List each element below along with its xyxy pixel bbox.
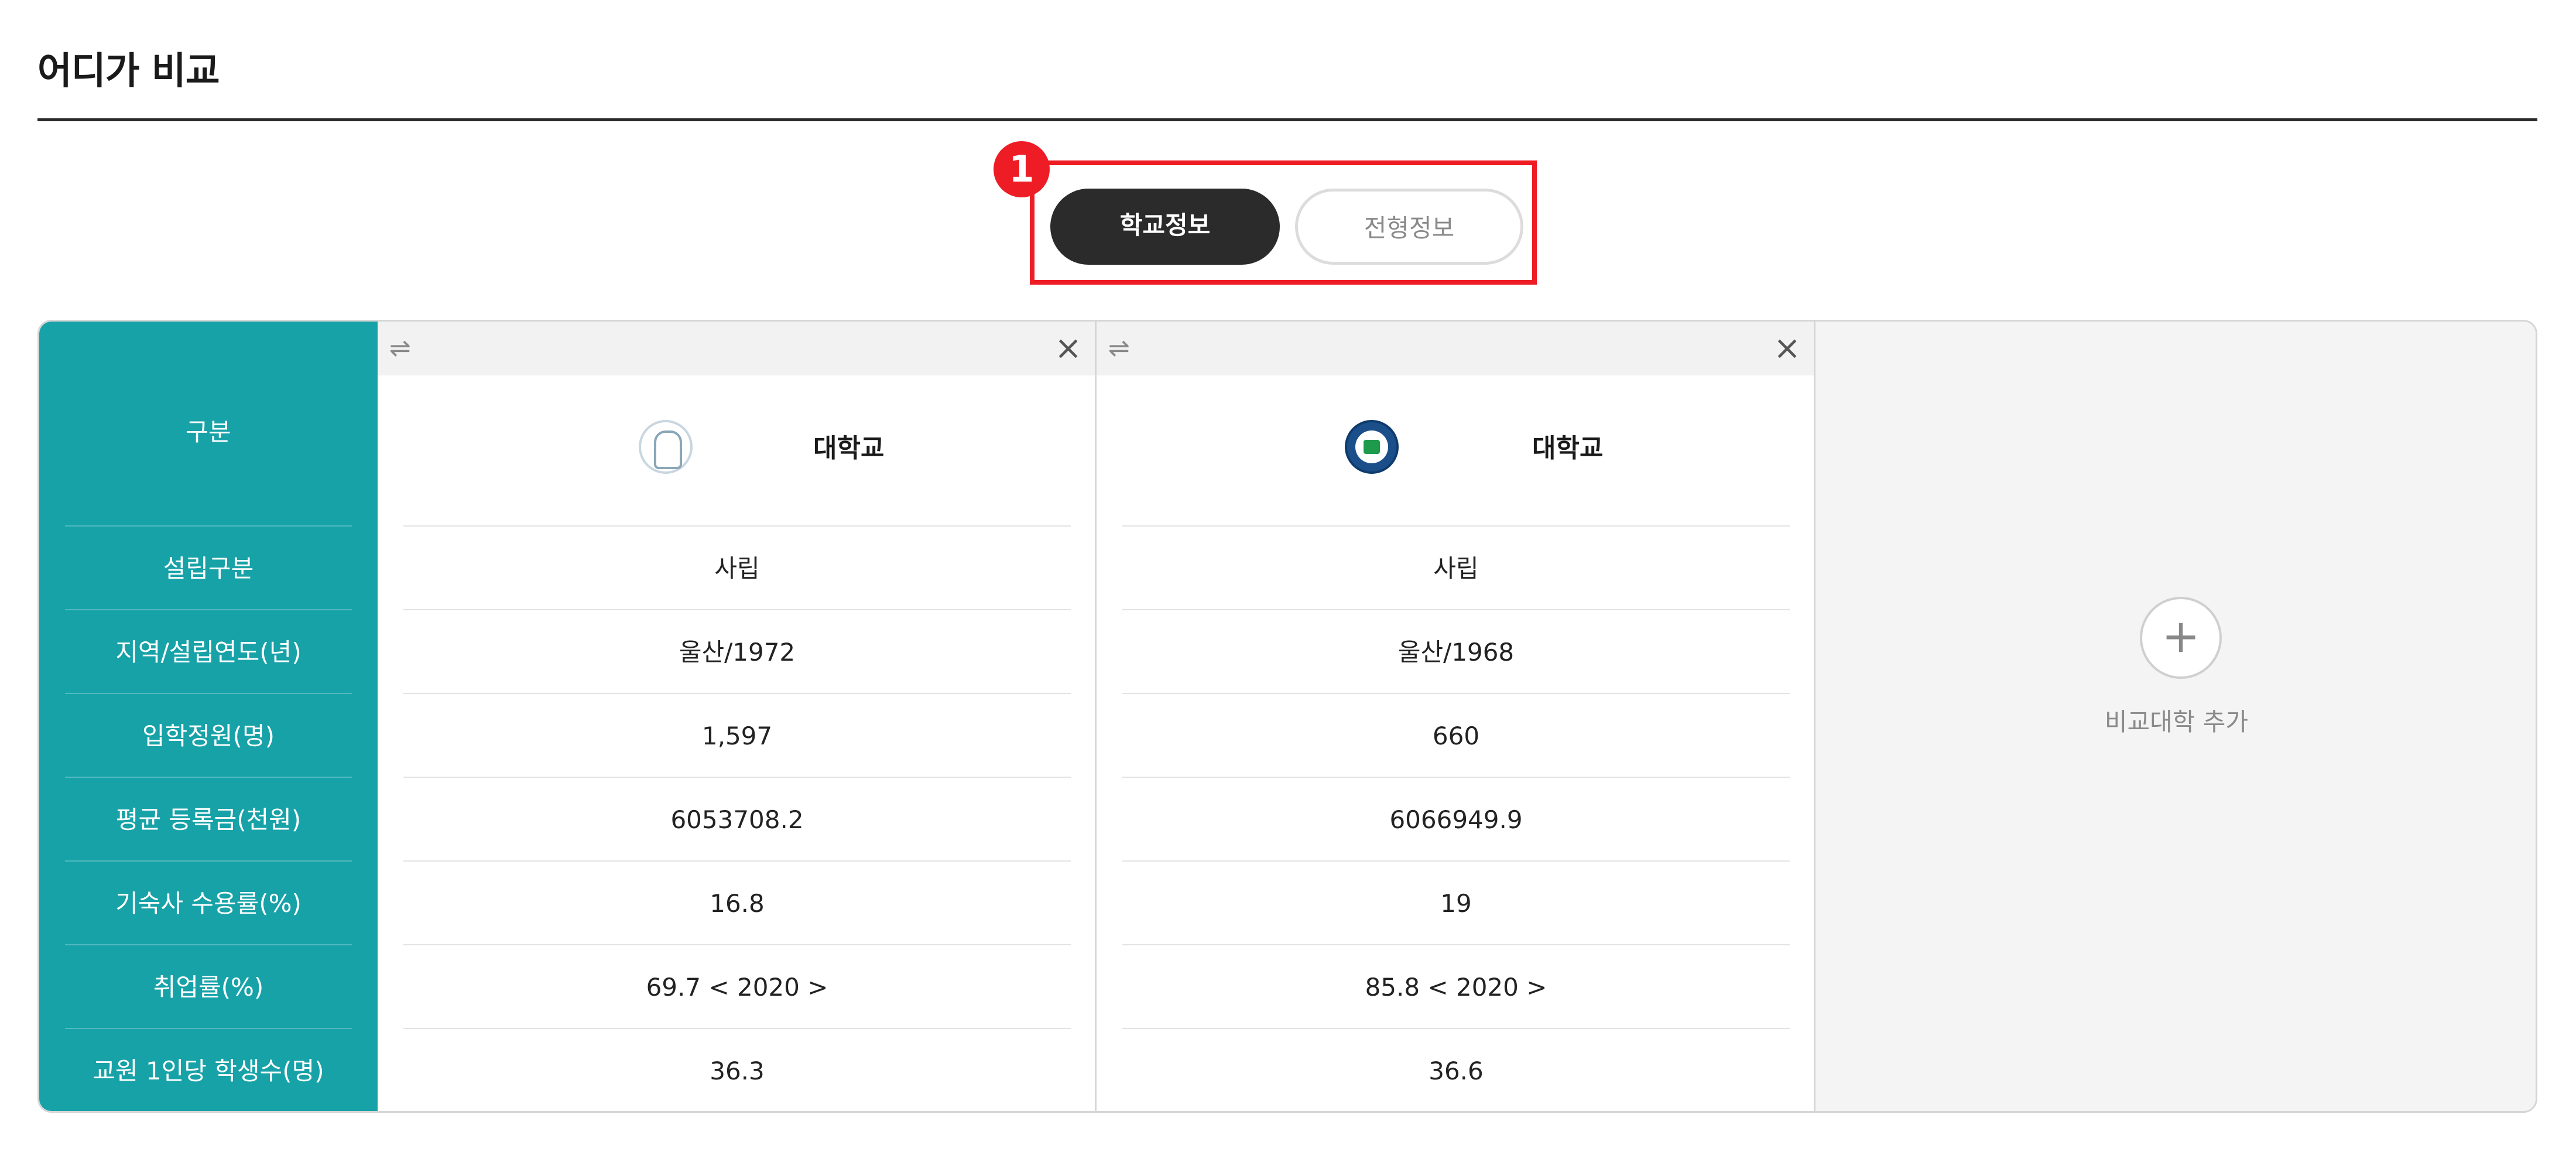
value-cell: 36.3 (710, 1057, 765, 1085)
label-column: 구분 설립구분 지역/설립연도(년) 입학정원(명) 평균 등록금(천원) 기숙… (39, 322, 378, 1111)
add-school-label[interactable]: 비교대학 추가 (1815, 702, 2536, 738)
title-divider (37, 118, 2537, 121)
value-cell: 69.7 < 2020 > (403, 945, 1071, 1029)
school-column-header: ⇌ × (378, 322, 1095, 375)
value-cell: 36.6 (1429, 1057, 1484, 1085)
add-school-button[interactable]: + (2140, 597, 2222, 679)
school-name-row: 대학교 (1122, 375, 1790, 527)
school-logo (1345, 420, 1399, 474)
school-logo (639, 420, 693, 474)
label-row: 기숙사 수용률(%) (65, 862, 352, 945)
school-name: 대학교 (1532, 433, 1604, 463)
label-row: 평균 등록금(천원) (65, 778, 352, 862)
label-category-text: 구분 (186, 418, 231, 446)
school-name: 대학교 (813, 433, 885, 463)
swap-icon[interactable]: ⇌ (389, 336, 411, 361)
value-cell: 울산/1968 (1122, 610, 1790, 694)
value-cell: 울산/1972 (403, 610, 1071, 694)
value-cell: 사립 (1122, 527, 1790, 610)
value-cell: 사립 (403, 527, 1071, 610)
value-cell: 19 (1122, 862, 1790, 945)
school-column-2: ⇌ × 대학교 사립 울산/1968 660 6066949.9 19 85.8… (1097, 322, 1815, 1111)
value-cell: 6066949.9 (1122, 778, 1790, 862)
label-category: 구분 (65, 375, 352, 527)
tab-school-info[interactable]: 학교정보 (1050, 189, 1280, 265)
value-cell: 1,597 (403, 694, 1071, 778)
school-column-header: ⇌ × (1097, 322, 1814, 375)
school-name-row: 대학교 (403, 375, 1071, 527)
school-column-1: ⇌ × 대학교 사립 울산/1972 1,597 6053708.2 16.8 … (378, 322, 1097, 1111)
label-row: 지역/설립연도(년) (65, 610, 352, 694)
label-row: 입학정원(명) (65, 694, 352, 778)
step-marker-badge: 1 (994, 141, 1050, 197)
value-cell: 6053708.2 (403, 778, 1071, 862)
close-icon[interactable]: × (1054, 332, 1082, 365)
close-icon[interactable]: × (1773, 332, 1801, 365)
add-school-column: + 비교대학 추가 (1815, 322, 2536, 1111)
value-cell: 16.8 (403, 862, 1071, 945)
tab-admission-info[interactable]: 전형정보 (1295, 189, 1523, 265)
value-cell: 660 (1122, 694, 1790, 778)
label-row: 취업률(%) (65, 945, 352, 1029)
page-title: 어디가 비교 (37, 50, 220, 93)
comparison-panel: 구분 설립구분 지역/설립연도(년) 입학정원(명) 평균 등록금(천원) 기숙… (37, 320, 2537, 1113)
swap-icon[interactable]: ⇌ (1108, 336, 1130, 361)
label-row: 설립구분 (65, 527, 352, 610)
label-row: 교원 1인당 학생수(명) (93, 1057, 324, 1085)
value-cell: 85.8 < 2020 > (1122, 945, 1790, 1029)
